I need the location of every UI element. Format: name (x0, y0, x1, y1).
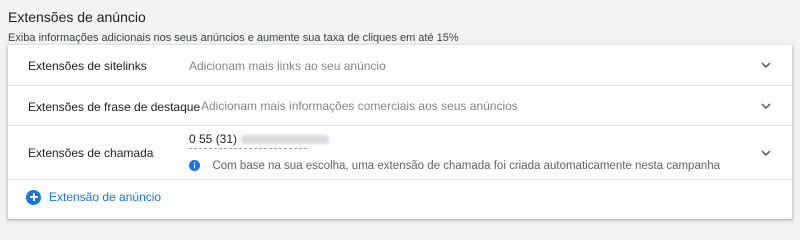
call-extension-info: Com base na sua escolha, uma extensão de… (189, 157, 720, 175)
add-ad-extension-label: Extensão de anúncio (49, 190, 162, 204)
sitelink-extensions-description: Adicionam mais links ao seu anúncio (189, 59, 386, 73)
add-ad-extension-button[interactable]: Extensão de anúncio (26, 188, 161, 206)
section-header: Extensões de anúncio Exiba informações a… (8, 8, 792, 45)
chevron-down-icon[interactable] (760, 147, 772, 159)
sitelink-extensions-row[interactable]: Extensões de sitelinks Adicionam mais li… (8, 45, 792, 86)
callout-extensions-label: Extensões de frase de destaque (28, 100, 201, 114)
chevron-down-icon[interactable] (760, 59, 772, 71)
chevron-down-icon[interactable] (760, 100, 772, 112)
phone-number-redacted (241, 135, 330, 145)
info-icon (189, 160, 200, 172)
section-subtitle: Exiba informações adicionais nos seus an… (8, 32, 459, 44)
callout-extensions-description: Adicionam mais informações comerciais ao… (201, 99, 518, 113)
phone-number[interactable]: 0 55 (31) (189, 132, 330, 146)
phone-number-underline (189, 148, 307, 149)
call-extension-info-text: Com base na sua escolha, uma extensão de… (212, 159, 721, 172)
phone-number-prefix: 0 55 (31) (189, 132, 238, 146)
call-extensions-label: Extensões de chamada (28, 146, 154, 160)
call-extensions-row[interactable]: Extensões de chamada 0 55 (31) Com base … (8, 126, 792, 180)
sitelink-extensions-label: Extensões de sitelinks (28, 59, 147, 73)
section-title: Extensões de anúncio (8, 9, 146, 25)
add-circle-icon (26, 189, 41, 205)
extensions-card: Extensões de sitelinks Adicionam mais li… (8, 45, 792, 219)
callout-extensions-row[interactable]: Extensões de frase de destaque Adicionam… (8, 86, 792, 126)
